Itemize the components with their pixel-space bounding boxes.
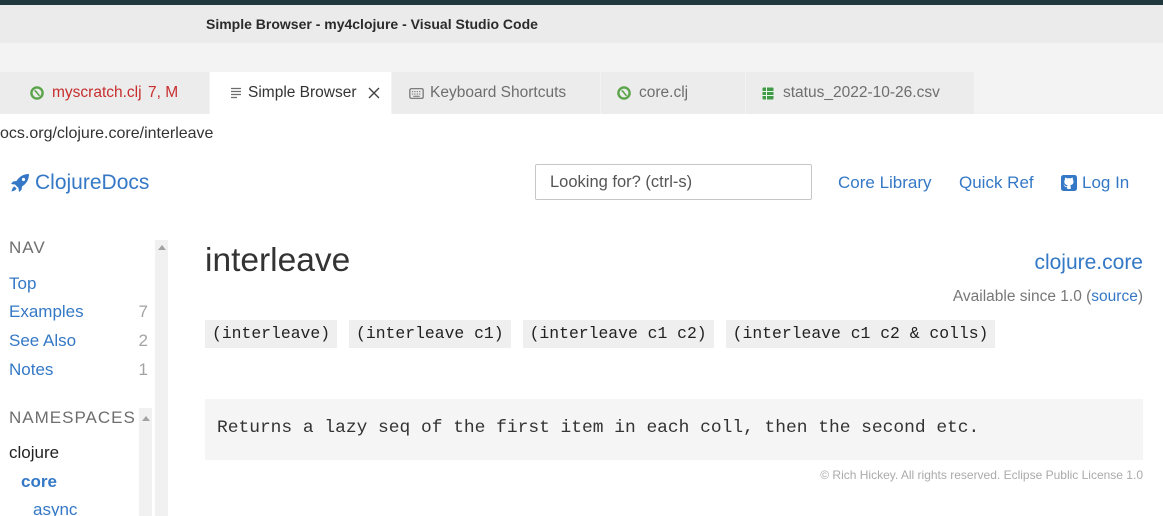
tab-label: core.clj: [639, 84, 689, 101]
arglist-signature: (interleave): [205, 320, 338, 348]
address-bar[interactable]: ocs.org/clojure.core/interleave: [0, 114, 1163, 155]
simple-browser-webview: ClojureDocs Core Library Quick Ref Log I…: [0, 155, 1163, 516]
copyright-footer: © Rich Hickey. All rights reserved. Ecli…: [820, 468, 1143, 482]
tab-label: myscratch.clj: [52, 84, 142, 101]
nav-item-count: 2: [138, 331, 148, 350]
tab-core-clj[interactable]: core.clj: [601, 72, 745, 114]
namespace-group-label: clojure: [9, 443, 60, 462]
namespaces-heading: NAMESPACES: [9, 408, 136, 427]
page-title: interleave: [205, 242, 351, 279]
nav-item-label: Top: [9, 274, 37, 293]
nav-item-label: Notes: [9, 360, 54, 379]
nav-item-label: Examples: [9, 302, 84, 321]
namespace-item-core[interactable]: core: [21, 473, 57, 491]
namespace-link[interactable]: clojure.core: [1034, 251, 1143, 275]
available-since: Available since 1.0 (source): [953, 288, 1143, 306]
url-text: ocs.org/clojure.core/interleave: [0, 125, 214, 142]
nav-item-see-also[interactable]: See Also 2: [9, 332, 148, 350]
scroll-up-arrow-icon[interactable]: [157, 245, 166, 250]
core-library-link[interactable]: Core Library: [838, 173, 932, 193]
close-icon[interactable]: [366, 85, 382, 101]
nav-item-count: 1: [138, 360, 148, 379]
tab-label: Keyboard Shortcuts: [430, 84, 567, 101]
namespaces-scrollbar[interactable]: [139, 408, 152, 516]
site-logo-text: ClojureDocs: [35, 171, 150, 194]
tab-keyboard-shortcuts[interactable]: Keyboard Shortcuts: [392, 72, 600, 114]
clojure-file-icon: [617, 86, 631, 100]
github-icon[interactable]: [1061, 175, 1077, 191]
tab-status-csv[interactable]: status_2022-10-26.csv: [746, 72, 974, 114]
nav-item-count: 7: [138, 302, 148, 321]
tab-problems-decoration: 7, M: [148, 84, 179, 101]
available-since-close: ): [1137, 288, 1143, 305]
preview-icon: [230, 86, 242, 100]
nav-item-label: See Also: [9, 331, 77, 350]
source-link[interactable]: source: [1091, 288, 1138, 305]
editor-tab-bar: myscratch.clj 7, M Simple Browser Keyboa…: [0, 72, 975, 114]
sidebar-scrollbar[interactable]: [155, 240, 168, 516]
rocket-icon: [10, 173, 30, 193]
csv-table-icon: [762, 87, 774, 100]
arglists: (interleave) (interleave c1) (interleave…: [205, 320, 996, 348]
scroll-up-arrow-icon[interactable]: [141, 416, 150, 421]
keyboard-icon: [409, 88, 424, 99]
clojure-file-icon: [30, 86, 44, 100]
available-since-text: Available since 1.0 (: [952, 288, 1092, 305]
docstring-box: Returns a lazy seq of the first item in …: [205, 399, 1143, 460]
tab-myscratch-clj[interactable]: myscratch.clj 7, M: [0, 72, 209, 114]
nav-item-examples[interactable]: Examples 7: [9, 303, 148, 321]
nav-heading: NAV: [9, 238, 46, 257]
quick-ref-link[interactable]: Quick Ref: [959, 173, 1034, 193]
search-input[interactable]: [535, 164, 812, 200]
namespace-item-async[interactable]: async: [33, 500, 77, 516]
tab-simple-browser[interactable]: Simple Browser: [210, 72, 391, 114]
log-in-link[interactable]: Log In: [1082, 173, 1129, 193]
arglist-signature: (interleave c1 c2 & colls): [725, 320, 996, 348]
docstring: Returns a lazy seq of the first item in …: [217, 418, 980, 438]
arglist-signature: (interleave c1 c2): [522, 320, 714, 348]
tab-label: Simple Browser: [248, 84, 357, 101]
nav-item-notes[interactable]: Notes 1: [9, 361, 148, 379]
window-titlebar[interactable]: Simple Browser - my4clojure - Visual Stu…: [0, 5, 1163, 43]
nav-item-top[interactable]: Top: [9, 275, 148, 293]
arglist-signature: (interleave c1): [349, 320, 511, 348]
window-title: Simple Browser - my4clojure - Visual Stu…: [206, 16, 538, 32]
tab-label: status_2022-10-26.csv: [783, 84, 940, 101]
